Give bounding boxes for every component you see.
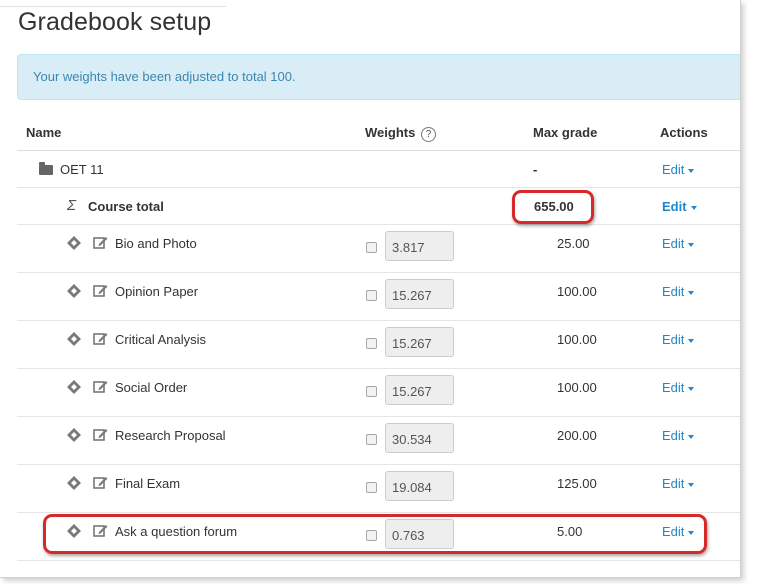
gradebook-window: Gradebook setup Your weights have been a… — [0, 0, 741, 578]
edit-icon[interactable] — [93, 475, 108, 490]
item-edit-link[interactable]: Edit — [662, 236, 695, 251]
weight-input[interactable]: 3.817 — [385, 231, 454, 261]
grade-item-row: Research Proposal 30.534 200.00 Edit — [17, 417, 740, 465]
folder-icon — [39, 162, 53, 175]
item-name: Opinion Paper — [115, 284, 199, 299]
weight-input[interactable]: 15.267 — [385, 279, 454, 309]
edit-label: Edit — [662, 476, 685, 491]
weight-input[interactable]: 0.763 — [385, 519, 454, 549]
item-name: Bio and Photo — [115, 236, 197, 251]
edit-label: Edit — [662, 524, 685, 539]
grade-item-row: Social Order 15.267 100.00 Edit — [17, 369, 740, 417]
table-header: Name Weights ? Max grade Actions — [17, 117, 740, 151]
edit-icon[interactable] — [93, 235, 108, 250]
category-name: OET 11 — [60, 162, 104, 177]
item-edit-link[interactable]: Edit — [662, 284, 695, 299]
caret-down-icon — [688, 168, 695, 173]
edit-icon[interactable] — [93, 427, 108, 442]
item-max-grade: 200.00 — [557, 428, 597, 443]
item-edit-link[interactable]: Edit — [662, 380, 695, 395]
edit-icon[interactable] — [93, 523, 108, 538]
weight-override-checkbox[interactable] — [366, 242, 377, 253]
move-icon[interactable] — [66, 427, 82, 443]
move-icon[interactable] — [66, 235, 82, 251]
course-total-name: Course total — [88, 199, 164, 214]
course-total-edit-link[interactable]: Edit — [662, 199, 697, 214]
item-name: Critical Analysis — [115, 332, 207, 347]
weight-input[interactable]: 15.267 — [385, 375, 454, 405]
weight-input[interactable]: 30.534 — [385, 423, 454, 453]
info-alert: Your weights have been adjusted to total… — [17, 54, 740, 100]
weight-override-checkbox[interactable] — [366, 290, 377, 301]
edit-label: Edit — [662, 284, 685, 299]
caret-down-icon — [688, 386, 695, 391]
weight-override-checkbox[interactable] — [366, 530, 377, 541]
edit-label: Edit — [662, 236, 685, 251]
header-actions: Actions — [660, 125, 708, 140]
item-name: Research Proposal — [115, 428, 226, 443]
item-max-grade: 100.00 — [557, 284, 597, 299]
weight-override-checkbox[interactable] — [366, 386, 377, 397]
help-icon[interactable]: ? — [421, 127, 436, 142]
page-title: Gradebook setup — [18, 8, 212, 36]
sigma-icon: Σ — [67, 197, 76, 214]
grade-item-list: Bio and Photo 3.817 25.00 Edit Opinion P… — [17, 225, 740, 561]
move-icon[interactable] — [66, 283, 82, 299]
item-name: Ask a question forum — [115, 524, 238, 539]
item-edit-link[interactable]: Edit — [662, 476, 695, 491]
weight-input[interactable]: 19.084 — [385, 471, 454, 501]
course-total-row: Σ Course total 655.00 Edit — [17, 188, 740, 225]
category-row: OET 11 - Edit — [17, 151, 740, 188]
weight-override-checkbox[interactable] — [366, 482, 377, 493]
edit-label: Edit — [662, 380, 685, 395]
edit-label: Edit — [662, 332, 685, 347]
gradebook-table: Name Weights ? Max grade Actions OET 11 … — [17, 117, 740, 561]
item-max-grade: 100.00 — [557, 332, 597, 347]
edit-label: Edit — [662, 199, 687, 214]
item-max-grade: 125.00 — [557, 476, 597, 491]
header-weights: Weights — [365, 125, 416, 140]
item-name: Final Exam — [115, 476, 181, 491]
item-max-grade: 25.00 — [557, 236, 590, 251]
header-max-grade: Max grade — [533, 125, 598, 140]
caret-down-icon — [690, 205, 697, 210]
edit-icon[interactable] — [93, 331, 108, 346]
weight-override-checkbox[interactable] — [366, 434, 377, 445]
caret-down-icon — [688, 530, 695, 535]
grade-item-row: Critical Analysis 15.267 100.00 Edit — [17, 321, 740, 369]
item-edit-link[interactable]: Edit — [662, 524, 695, 539]
category-max-grade: - — [533, 162, 538, 177]
grade-item-row: Opinion Paper 15.267 100.00 Edit — [17, 273, 740, 321]
caret-down-icon — [688, 290, 695, 295]
move-icon[interactable] — [66, 379, 82, 395]
caret-down-icon — [688, 482, 695, 487]
edit-icon[interactable] — [93, 283, 108, 298]
edit-icon[interactable] — [93, 379, 108, 394]
alert-message: Your weights have been adjusted to total… — [33, 69, 296, 84]
title-divider — [0, 6, 226, 7]
course-total-max-grade: 655.00 — [534, 199, 574, 214]
category-edit-link[interactable]: Edit — [662, 162, 695, 177]
move-icon[interactable] — [66, 331, 82, 347]
item-max-grade: 100.00 — [557, 380, 597, 395]
grade-item-row: Ask a question forum 0.763 5.00 Edit — [17, 513, 740, 561]
header-name: Name — [26, 125, 62, 140]
weight-override-checkbox[interactable] — [366, 338, 377, 349]
weight-input[interactable]: 15.267 — [385, 327, 454, 357]
edit-label: Edit — [662, 162, 685, 177]
item-max-grade: 5.00 — [557, 524, 583, 539]
caret-down-icon — [688, 338, 695, 343]
move-icon[interactable] — [66, 475, 82, 491]
move-icon[interactable] — [66, 523, 82, 539]
edit-label: Edit — [662, 428, 685, 443]
grade-item-row: Final Exam 19.084 125.00 Edit — [17, 465, 740, 513]
item-edit-link[interactable]: Edit — [662, 332, 695, 347]
caret-down-icon — [688, 242, 695, 247]
item-edit-link[interactable]: Edit — [662, 428, 695, 443]
item-name: Social Order — [115, 380, 188, 395]
caret-down-icon — [688, 434, 695, 439]
grade-item-row: Bio and Photo 3.817 25.00 Edit — [17, 225, 740, 273]
